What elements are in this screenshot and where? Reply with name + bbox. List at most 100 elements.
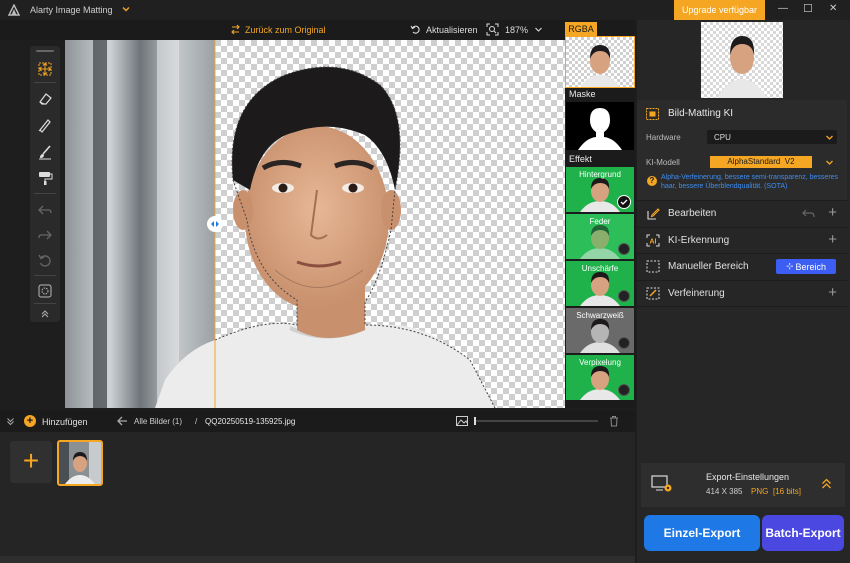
- zoom-level[interactable]: 187%: [505, 25, 528, 35]
- manual-range-label: Manueller Bereich: [668, 261, 749, 272]
- minimize-button[interactable]: —: [778, 3, 788, 14]
- refinement-label: Verfeinerung: [668, 288, 725, 299]
- maximize-button[interactable]: ☐: [803, 2, 813, 15]
- export-bits: [16 bits]: [773, 487, 802, 496]
- matting-title: Bild-Matting KI: [668, 108, 734, 119]
- image-canvas[interactable]: [65, 40, 565, 408]
- reset-icon[interactable]: [36, 252, 54, 270]
- chevron-down-icon[interactable]: [121, 4, 131, 16]
- edit-icon: [647, 207, 660, 222]
- rgba-tab[interactable]: RGBA: [565, 22, 597, 36]
- upgrade-button[interactable]: Upgrade verfügbar: [674, 0, 765, 20]
- zoom-fit-icon[interactable]: [486, 23, 499, 38]
- effect-blur-label: Unschärfe: [581, 264, 619, 273]
- add-image-button[interactable]: +: [10, 441, 52, 483]
- manual-range-icon: [646, 260, 660, 275]
- close-button[interactable]: ✕: [829, 3, 837, 14]
- effect-label: Effekt: [569, 154, 592, 164]
- effect-bw[interactable]: Schwarzweiß: [566, 308, 634, 353]
- export-settings[interactable]: Export-Einstellungen 414 X 385 PNG [16 b…: [641, 463, 845, 507]
- result-preview: [701, 22, 783, 98]
- hardware-label: Hardware: [646, 133, 681, 142]
- preview-column: RGBA Maske Effekt Hintergrund Feder Unsc…: [565, 20, 635, 408]
- effect-feather-radio[interactable]: [618, 243, 630, 255]
- batch-export-button[interactable]: Batch-Export: [762, 515, 844, 551]
- export-size: 414 X 385: [706, 487, 743, 496]
- effect-bw-radio[interactable]: [618, 337, 630, 349]
- current-filename: QQ20250519-135925.jpg: [205, 417, 296, 426]
- effect-feather[interactable]: Feder: [566, 214, 634, 259]
- help-icon[interactable]: ?: [647, 176, 657, 186]
- mask-thumbnail[interactable]: [566, 102, 634, 150]
- hardware-select[interactable]: CPU: [707, 130, 837, 144]
- ai-detection-section[interactable]: AI KI-Erkennung +: [637, 227, 847, 254]
- eraser-tool-icon[interactable]: [36, 90, 54, 108]
- back-to-original-button[interactable]: Zurück zum Original: [245, 25, 326, 35]
- ai-detection-icon: AI: [646, 234, 660, 249]
- effect-pixelate-label: Verpixelung: [579, 358, 621, 367]
- edit-section[interactable]: Bearbeiten +: [637, 200, 847, 227]
- image-thumbnail[interactable]: [57, 440, 103, 486]
- svg-text:AI: AI: [650, 239, 657, 246]
- effect-background[interactable]: Hintergrund: [566, 167, 634, 212]
- paint-roller-icon[interactable]: [36, 169, 54, 187]
- collapse-toolbar-icon[interactable]: [36, 305, 54, 323]
- collapse-gallery-icon[interactable]: [6, 417, 15, 428]
- move-tool-icon[interactable]: [36, 60, 54, 78]
- brush-tool-icon[interactable]: [36, 143, 54, 161]
- app-title: Alarty Image Matting: [30, 5, 113, 15]
- image-size-icon: [456, 416, 468, 428]
- back-to-original-icon[interactable]: [230, 24, 241, 37]
- range-button-label: Bereich: [795, 261, 827, 272]
- edit-label: Bearbeiten: [668, 208, 717, 219]
- back-arrow-icon[interactable]: [117, 416, 128, 428]
- ai-detection-add-icon[interactable]: +: [828, 232, 837, 247]
- single-export-button[interactable]: Einzel-Export: [644, 515, 760, 551]
- image-gallery: +: [0, 432, 635, 563]
- range-button[interactable]: ⊹ Bereich: [776, 259, 836, 274]
- refinement-section[interactable]: Verfeinerung +: [637, 280, 847, 307]
- tool-bar: [30, 46, 60, 322]
- model-value: AlphaStandard V2: [710, 156, 812, 168]
- mask-silhouette-image: [578, 108, 622, 150]
- rgba-person-image: [580, 45, 620, 87]
- gallery-person-image: [59, 442, 101, 484]
- all-images-link[interactable]: Alle Bilder (1): [134, 417, 182, 426]
- effect-pixelate[interactable]: Verpixelung: [566, 355, 634, 400]
- model-description: Alpha-Verfeinerung, bessere semi-transpa…: [661, 174, 839, 190]
- compare-slider-handle[interactable]: [207, 216, 223, 232]
- mask-label: Maske: [569, 89, 596, 99]
- redo-icon[interactable]: [36, 226, 54, 244]
- trash-icon[interactable]: [609, 415, 619, 429]
- result-person-image: [717, 36, 767, 98]
- model-chevron-down-icon: [825, 158, 834, 169]
- zoom-chevron-down-icon[interactable]: [534, 25, 543, 36]
- effect-bw-label: Schwarzweiß: [576, 311, 624, 320]
- refinement-icon: [646, 287, 660, 302]
- edit-undo-icon[interactable]: [802, 208, 815, 221]
- model-select[interactable]: AlphaStandard V2: [707, 155, 837, 169]
- restore-brush-icon[interactable]: [36, 116, 54, 134]
- canvas-image: [65, 40, 496, 408]
- effect-blur[interactable]: Unschärfe: [566, 261, 634, 306]
- panel-divider: [637, 306, 847, 307]
- selection-frame-icon[interactable]: [36, 282, 54, 300]
- thumbnail-size-slider[interactable]: [474, 417, 598, 425]
- add-circle-icon[interactable]: +: [24, 415, 36, 427]
- refresh-button[interactable]: Aktualisieren: [426, 25, 478, 35]
- effect-pixelate-radio[interactable]: [618, 384, 630, 396]
- refinement-add-icon[interactable]: +: [828, 285, 837, 300]
- add-label[interactable]: Hinzufügen: [42, 417, 88, 427]
- export-expand-icon[interactable]: [821, 478, 832, 492]
- undo-icon[interactable]: [36, 201, 54, 219]
- rgba-thumbnail[interactable]: [565, 36, 635, 88]
- slider-handle[interactable]: [474, 417, 476, 425]
- range-crosshair-icon: ⊹: [785, 261, 794, 271]
- model-label: KI-Modell: [646, 158, 680, 167]
- effect-background-label: Hintergrund: [579, 170, 621, 179]
- effect-blur-radio[interactable]: [618, 290, 630, 302]
- export-title: Export-Einstellungen: [706, 472, 790, 482]
- manual-range-section[interactable]: Manueller Bereich ⊹ Bereich: [637, 253, 847, 280]
- refresh-icon[interactable]: [410, 24, 421, 37]
- edit-add-icon[interactable]: +: [828, 205, 837, 220]
